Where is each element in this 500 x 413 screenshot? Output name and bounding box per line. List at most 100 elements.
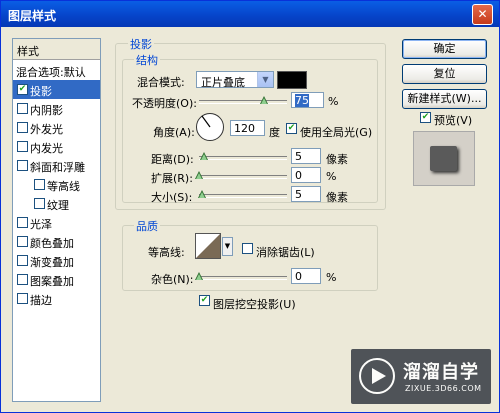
spread-slider-knob[interactable] <box>195 171 203 180</box>
window-title: 图层样式 <box>8 9 57 23</box>
styles-list: 样式 混合选项:默认 ✔ 投影内阴影外发光内发光斜面和浮雕 等高线纹理光泽颜色叠加渐… <box>12 38 101 402</box>
style-item-label: 内阴影 <box>30 104 63 117</box>
blend-options-item[interactable]: 混合选项:默认 <box>13 61 100 80</box>
blend-options-label: 混合选项:默认 <box>16 66 86 79</box>
antialias-label: 消除锯齿(L) <box>256 246 315 259</box>
style-item-checkbox[interactable] <box>17 255 28 266</box>
style-item-checkbox[interactable] <box>17 122 28 133</box>
blend-mode-value: 正片叠底 <box>201 76 245 89</box>
angle-dial[interactable] <box>195 112 225 142</box>
style-item-label: 图案叠加 <box>30 275 74 288</box>
style-item[interactable]: 内发光 <box>13 137 100 156</box>
style-item-checkbox[interactable] <box>17 236 28 247</box>
opacity-label: 不透明度(O): <box>132 97 197 110</box>
style-item-label: 颜色叠加 <box>30 237 74 250</box>
reset-button[interactable]: 复位 <box>402 64 487 84</box>
style-item-checkbox[interactable] <box>34 179 45 190</box>
style-item-label: 投影 <box>30 85 52 98</box>
blend-mode-dropdown[interactable]: 正片叠底 ▼ <box>196 71 274 89</box>
distance-unit: 像素 <box>326 153 348 166</box>
opacity-value: 75 <box>295 94 309 107</box>
style-item-label: 外发光 <box>30 123 63 136</box>
antialias-checkbox[interactable] <box>242 243 253 254</box>
style-item[interactable]: 渐变叠加 <box>13 251 100 270</box>
angle-input[interactable]: 120 <box>230 120 265 136</box>
opacity-slider-track[interactable] <box>199 100 287 104</box>
noise-unit: % <box>326 271 337 284</box>
style-item-checkbox[interactable] <box>17 103 28 114</box>
style-item[interactable]: 颜色叠加 <box>13 232 100 251</box>
styles-header-label: 样式 <box>17 45 39 58</box>
spread-unit: % <box>326 170 337 183</box>
style-item-checkbox[interactable] <box>17 160 28 171</box>
style-item[interactable]: ✔ 投影 <box>13 80 100 99</box>
spread-label: 扩展(R): <box>151 172 193 185</box>
quality-title: 品质 <box>134 218 160 234</box>
style-item[interactable]: 外发光 <box>13 118 100 137</box>
blend-mode-label: 混合模式: <box>137 76 185 89</box>
distance-slider-knob[interactable] <box>200 152 208 161</box>
chevron-down-icon: ▼ <box>257 72 273 87</box>
ok-button[interactable]: 确定 <box>402 39 487 59</box>
structure-title: 结构 <box>134 52 160 68</box>
contour-preview[interactable] <box>195 233 221 259</box>
style-item-checkbox[interactable] <box>17 274 28 285</box>
style-item-label: 内发光 <box>30 142 63 155</box>
noise-value: 0 <box>295 270 302 283</box>
style-item[interactable]: 图案叠加 <box>13 270 100 289</box>
noise-slider-knob[interactable] <box>195 272 203 281</box>
angle-value: 120 <box>234 122 255 135</box>
style-preview <box>413 131 475 186</box>
knockout-label: 图层挖空投影(U) <box>213 298 296 311</box>
style-item-label: 光泽 <box>30 218 52 231</box>
opacity-input[interactable]: 75 <box>291 92 324 108</box>
size-input[interactable]: 5 <box>291 186 321 202</box>
size-slider-knob[interactable] <box>198 190 206 199</box>
play-logo-icon <box>359 358 395 394</box>
style-item-checkbox[interactable] <box>17 141 28 152</box>
style-item[interactable]: 描边 <box>13 289 100 308</box>
preview-label: 预览(V) <box>434 114 473 127</box>
watermark-url: ZIXUE.3D66.COM <box>405 384 482 393</box>
styles-header[interactable]: 样式 <box>13 39 100 60</box>
size-slider-track[interactable] <box>199 194 287 198</box>
preview-checkbox[interactable]: ✔ <box>420 112 431 123</box>
distance-label: 距离(D): <box>151 153 194 166</box>
size-label: 大小(S): <box>151 191 193 204</box>
style-item-checkbox[interactable] <box>17 217 28 228</box>
style-item[interactable]: 光泽 <box>13 213 100 232</box>
style-item[interactable]: 斜面和浮雕 <box>13 156 100 175</box>
title-bar[interactable]: 图层样式 ✕ <box>1 1 499 27</box>
spread-input[interactable]: 0 <box>291 167 321 183</box>
distance-input[interactable]: 5 <box>291 148 321 164</box>
noise-input[interactable]: 0 <box>291 268 321 284</box>
noise-slider-track[interactable] <box>199 276 287 280</box>
style-item-label: 渐变叠加 <box>30 256 74 269</box>
style-item[interactable]: 纹理 <box>13 194 100 213</box>
style-item-label: 斜面和浮雕 <box>30 161 85 174</box>
global-light-checkbox[interactable]: ✔ <box>286 123 297 134</box>
spread-slider-track[interactable] <box>199 175 287 179</box>
watermark-brand: 溜溜自学 <box>403 362 479 383</box>
style-item-checkbox[interactable] <box>17 293 28 304</box>
drop-shadow-title: 投影 <box>128 36 154 52</box>
global-light-label: 使用全局光(G) <box>300 126 373 139</box>
style-item-checkbox[interactable]: ✔ <box>17 84 28 95</box>
close-button[interactable]: ✕ <box>472 4 493 25</box>
style-item-label: 纹理 <box>47 199 69 212</box>
opacity-slider-knob[interactable] <box>260 96 268 105</box>
contour-dropdown-icon[interactable]: ▼ <box>222 237 233 256</box>
knockout-checkbox[interactable]: ✔ <box>199 295 210 306</box>
distance-slider-track[interactable] <box>199 156 287 160</box>
contour-label: 等高线: <box>148 246 185 259</box>
style-item[interactable]: 内阴影 <box>13 99 100 118</box>
style-item[interactable]: 等高线 <box>13 175 100 194</box>
layer-style-dialog: 图层样式 ✕ 样式 混合选项:默认 ✔ 投影 内阴影 外发光 内发光 斜面和浮雕 等高线 纹理… <box>0 0 500 413</box>
size-value: 5 <box>295 188 302 201</box>
spread-value: 0 <box>295 169 302 182</box>
size-unit: 像素 <box>326 191 348 204</box>
angle-unit: 度 <box>269 126 280 139</box>
style-item-checkbox[interactable] <box>34 198 45 209</box>
new-style-button[interactable]: 新建样式(W)... <box>402 89 487 109</box>
shadow-color-swatch[interactable] <box>277 71 307 89</box>
